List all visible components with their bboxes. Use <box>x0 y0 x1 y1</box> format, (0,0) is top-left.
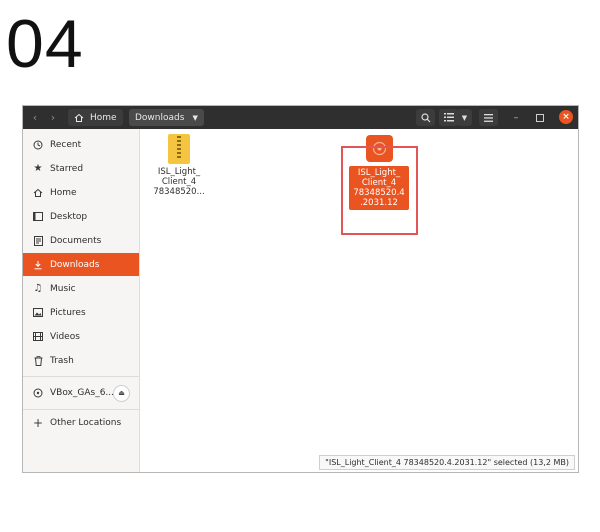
file-item-zip[interactable]: ISL_Light_ Client_4 78348520... <box>149 134 209 197</box>
music-icon: ♫ <box>33 283 43 294</box>
highlight-box <box>341 146 418 235</box>
menu-button[interactable] <box>479 109 498 126</box>
sidebar-item-starred[interactable]: ★ Starred <box>23 157 139 180</box>
maximize-button[interactable] <box>533 109 547 126</box>
menu-icon <box>484 113 493 122</box>
sidebar-item-documents[interactable]: Documents <box>23 229 139 252</box>
sidebar-separator <box>23 376 139 377</box>
selection-status: "ISL_Light_Client_4 78348520.4.2031.12" … <box>319 455 575 470</box>
disc-icon <box>32 388 44 398</box>
places-sidebar: Recent ★ Starred Home Desktop Documents … <box>23 129 140 472</box>
maximize-icon <box>536 113 544 122</box>
sidebar-item-label: Other Locations <box>50 417 122 428</box>
file-view: ISL_Light_ Client_4 78348520... ISL_Ligh… <box>140 129 578 472</box>
search-button[interactable] <box>416 109 435 126</box>
chevron-left-icon: ‹ <box>32 111 38 124</box>
list-view-button[interactable] <box>439 109 458 126</box>
close-button[interactable]: × <box>559 110 573 124</box>
breadcrumb-home[interactable]: Home <box>68 109 123 126</box>
sidebar-item-desktop[interactable]: Desktop <box>23 205 139 228</box>
breadcrumb-downloads-label: Downloads <box>135 112 185 123</box>
minimize-button[interactable]: – <box>509 109 523 126</box>
sidebar-item-label: Home <box>50 187 77 198</box>
clock-icon <box>32 140 44 150</box>
sidebar-item-vbox-device[interactable]: VBox_GAs_6.... ⏏ <box>23 380 139 406</box>
minimize-icon: – <box>513 112 519 123</box>
sidebar-item-label: Videos <box>50 331 80 342</box>
star-icon: ★ <box>33 163 43 174</box>
step-number: 04 <box>6 6 84 82</box>
sidebar-item-downloads[interactable]: Downloads <box>23 253 139 276</box>
breadcrumb-downloads[interactable]: Downloads ▼ <box>129 109 204 126</box>
sidebar-item-trash[interactable]: Trash <box>23 349 139 372</box>
zip-archive-icon <box>168 134 190 164</box>
eject-icon[interactable]: ⏏ <box>113 384 130 402</box>
chevron-down-icon: ▼ <box>192 113 198 122</box>
sidebar-item-recent[interactable]: Recent <box>23 133 139 156</box>
document-icon <box>32 235 44 246</box>
view-options-button[interactable]: ▼ <box>457 109 472 126</box>
sidebar-item-label: Pictures <box>50 307 86 318</box>
sidebar-item-label: Recent <box>50 139 82 150</box>
file-manager-window: ‹ › Home Downloads ▼ ▼ – × Recent ★ Star… <box>22 105 579 473</box>
close-icon: × <box>562 112 570 122</box>
view-options-icon: ▼ <box>461 113 468 122</box>
home-icon <box>32 188 44 198</box>
forward-button[interactable]: › <box>45 109 61 126</box>
sidebar-separator <box>23 409 139 410</box>
sidebar-item-label: Documents <box>50 235 102 246</box>
sidebar-item-label: Desktop <box>50 211 88 222</box>
sidebar-item-label: Trash <box>50 355 74 366</box>
back-button[interactable]: ‹ <box>27 109 43 126</box>
picture-icon <box>32 308 44 317</box>
breadcrumb-home-label: Home <box>90 112 117 123</box>
sidebar-item-pictures[interactable]: Pictures <box>23 301 139 324</box>
plus-icon: + <box>32 415 44 430</box>
sidebar-item-videos[interactable]: Videos <box>23 325 139 348</box>
sidebar-item-label: Music <box>50 283 76 294</box>
download-icon <box>32 260 44 270</box>
chevron-right-icon: › <box>50 111 56 124</box>
sidebar-item-label: Downloads <box>50 259 100 270</box>
trash-icon <box>32 355 44 366</box>
headerbar: ‹ › Home Downloads ▼ ▼ – × <box>23 106 578 129</box>
desktop-icon <box>32 212 44 221</box>
sidebar-item-other-locations[interactable]: + Other Locations <box>23 411 139 434</box>
sidebar-item-label: Starred <box>50 163 84 174</box>
sidebar-item-music[interactable]: ♫ Music <box>23 277 139 300</box>
sidebar-item-label: VBox_GAs_6.... <box>50 388 117 398</box>
home-icon <box>74 113 84 122</box>
sidebar-item-home[interactable]: Home <box>23 181 139 204</box>
file-name: ISL_Light_ Client_4 78348520... <box>153 167 205 197</box>
video-icon <box>32 332 44 341</box>
search-icon <box>420 112 430 122</box>
list-view-icon <box>443 113 454 122</box>
